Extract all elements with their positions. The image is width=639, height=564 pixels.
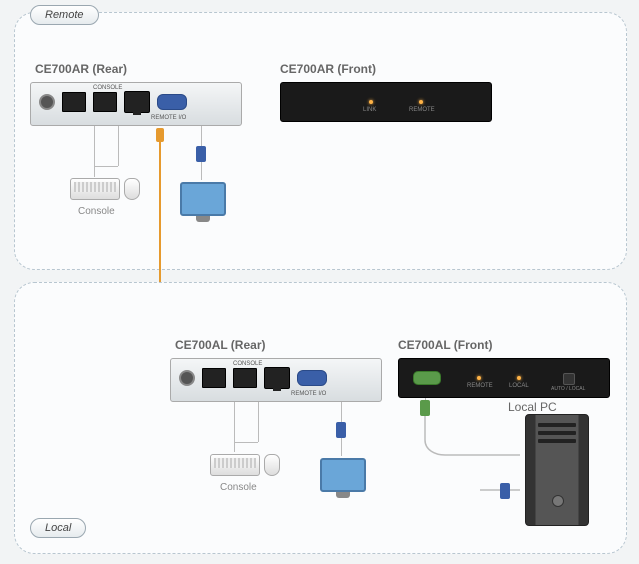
local-front-device: REMOTE LOCAL AUTO / LOCAL bbox=[398, 358, 610, 398]
monitor-icon bbox=[180, 182, 226, 216]
rj45-plug-icon bbox=[156, 128, 164, 142]
usb-wire bbox=[94, 126, 95, 176]
remote-led-icon bbox=[419, 100, 423, 104]
remote-led-label: REMOTE bbox=[467, 383, 493, 389]
remote-led-icon bbox=[477, 376, 481, 380]
vga-connector-icon bbox=[196, 146, 206, 162]
vga-wire bbox=[341, 438, 342, 456]
remote-front-title: CE700AR (Front) bbox=[280, 62, 376, 76]
local-front-title: CE700AL (Front) bbox=[398, 338, 492, 352]
remote-rear-device: CONSOLE REMOTE I/O bbox=[30, 82, 242, 126]
link-led-icon bbox=[369, 100, 373, 104]
remote-io-port-label: REMOTE I/O bbox=[291, 391, 326, 397]
console-label-local: Console bbox=[220, 482, 257, 493]
keyboard-icon bbox=[70, 178, 120, 200]
usb-connector-icon bbox=[500, 483, 510, 499]
vga-green-port-icon bbox=[413, 371, 441, 385]
local-rear-title: CE700AL (Rear) bbox=[175, 338, 265, 352]
vga-port-icon bbox=[297, 370, 327, 386]
vga-wire bbox=[341, 402, 342, 422]
rj45-port-icon bbox=[264, 367, 290, 389]
rj45-port-icon bbox=[124, 91, 150, 113]
local-rear-device: CONSOLE REMOTE I/O bbox=[170, 358, 382, 402]
vga-green-connector-icon bbox=[420, 400, 430, 416]
mouse-icon bbox=[124, 178, 140, 200]
vga-connector-icon bbox=[336, 422, 346, 438]
usb-port-icon bbox=[93, 92, 117, 112]
usb-port-icon bbox=[202, 368, 226, 388]
usb-wire bbox=[234, 442, 258, 443]
remote-panel bbox=[14, 12, 627, 270]
local-pc-label: Local PC bbox=[508, 400, 557, 414]
usb-wire bbox=[94, 166, 118, 167]
remote-io-port-label: REMOTE I/O bbox=[151, 115, 186, 121]
remote-led-label: REMOTE bbox=[409, 107, 435, 113]
vga-port-icon bbox=[157, 94, 187, 110]
local-led-label: LOCAL bbox=[509, 383, 529, 389]
power-jack-icon bbox=[179, 370, 195, 386]
diagram-canvas: { "sections": { "remote": { "tag": "Remo… bbox=[0, 0, 639, 564]
usb-port-icon bbox=[62, 92, 86, 112]
console-port-label: CONSOLE bbox=[93, 85, 122, 91]
usb-wire bbox=[234, 402, 235, 452]
vga-wire bbox=[201, 162, 202, 180]
power-jack-icon bbox=[39, 94, 55, 110]
console-label-remote: Console bbox=[78, 206, 115, 217]
mouse-icon bbox=[264, 454, 280, 476]
local-tag: Local bbox=[30, 518, 86, 538]
usb-wire bbox=[258, 402, 259, 442]
monitor-icon bbox=[320, 458, 366, 492]
remote-rear-title: CE700AR (Rear) bbox=[35, 62, 127, 76]
console-port-label: CONSOLE bbox=[233, 361, 262, 367]
auto-local-button bbox=[563, 373, 575, 385]
local-led-icon bbox=[517, 376, 521, 380]
usb-port-icon bbox=[233, 368, 257, 388]
remote-front-device: LINK REMOTE bbox=[280, 82, 492, 122]
vga-wire bbox=[201, 126, 202, 146]
keyboard-icon bbox=[210, 454, 260, 476]
link-led-label: LINK bbox=[363, 107, 376, 113]
remote-tag: Remote bbox=[30, 5, 99, 25]
usb-wire bbox=[118, 126, 119, 166]
pc-tower-icon bbox=[525, 414, 589, 526]
auto-local-label: AUTO / LOCAL bbox=[551, 386, 585, 392]
